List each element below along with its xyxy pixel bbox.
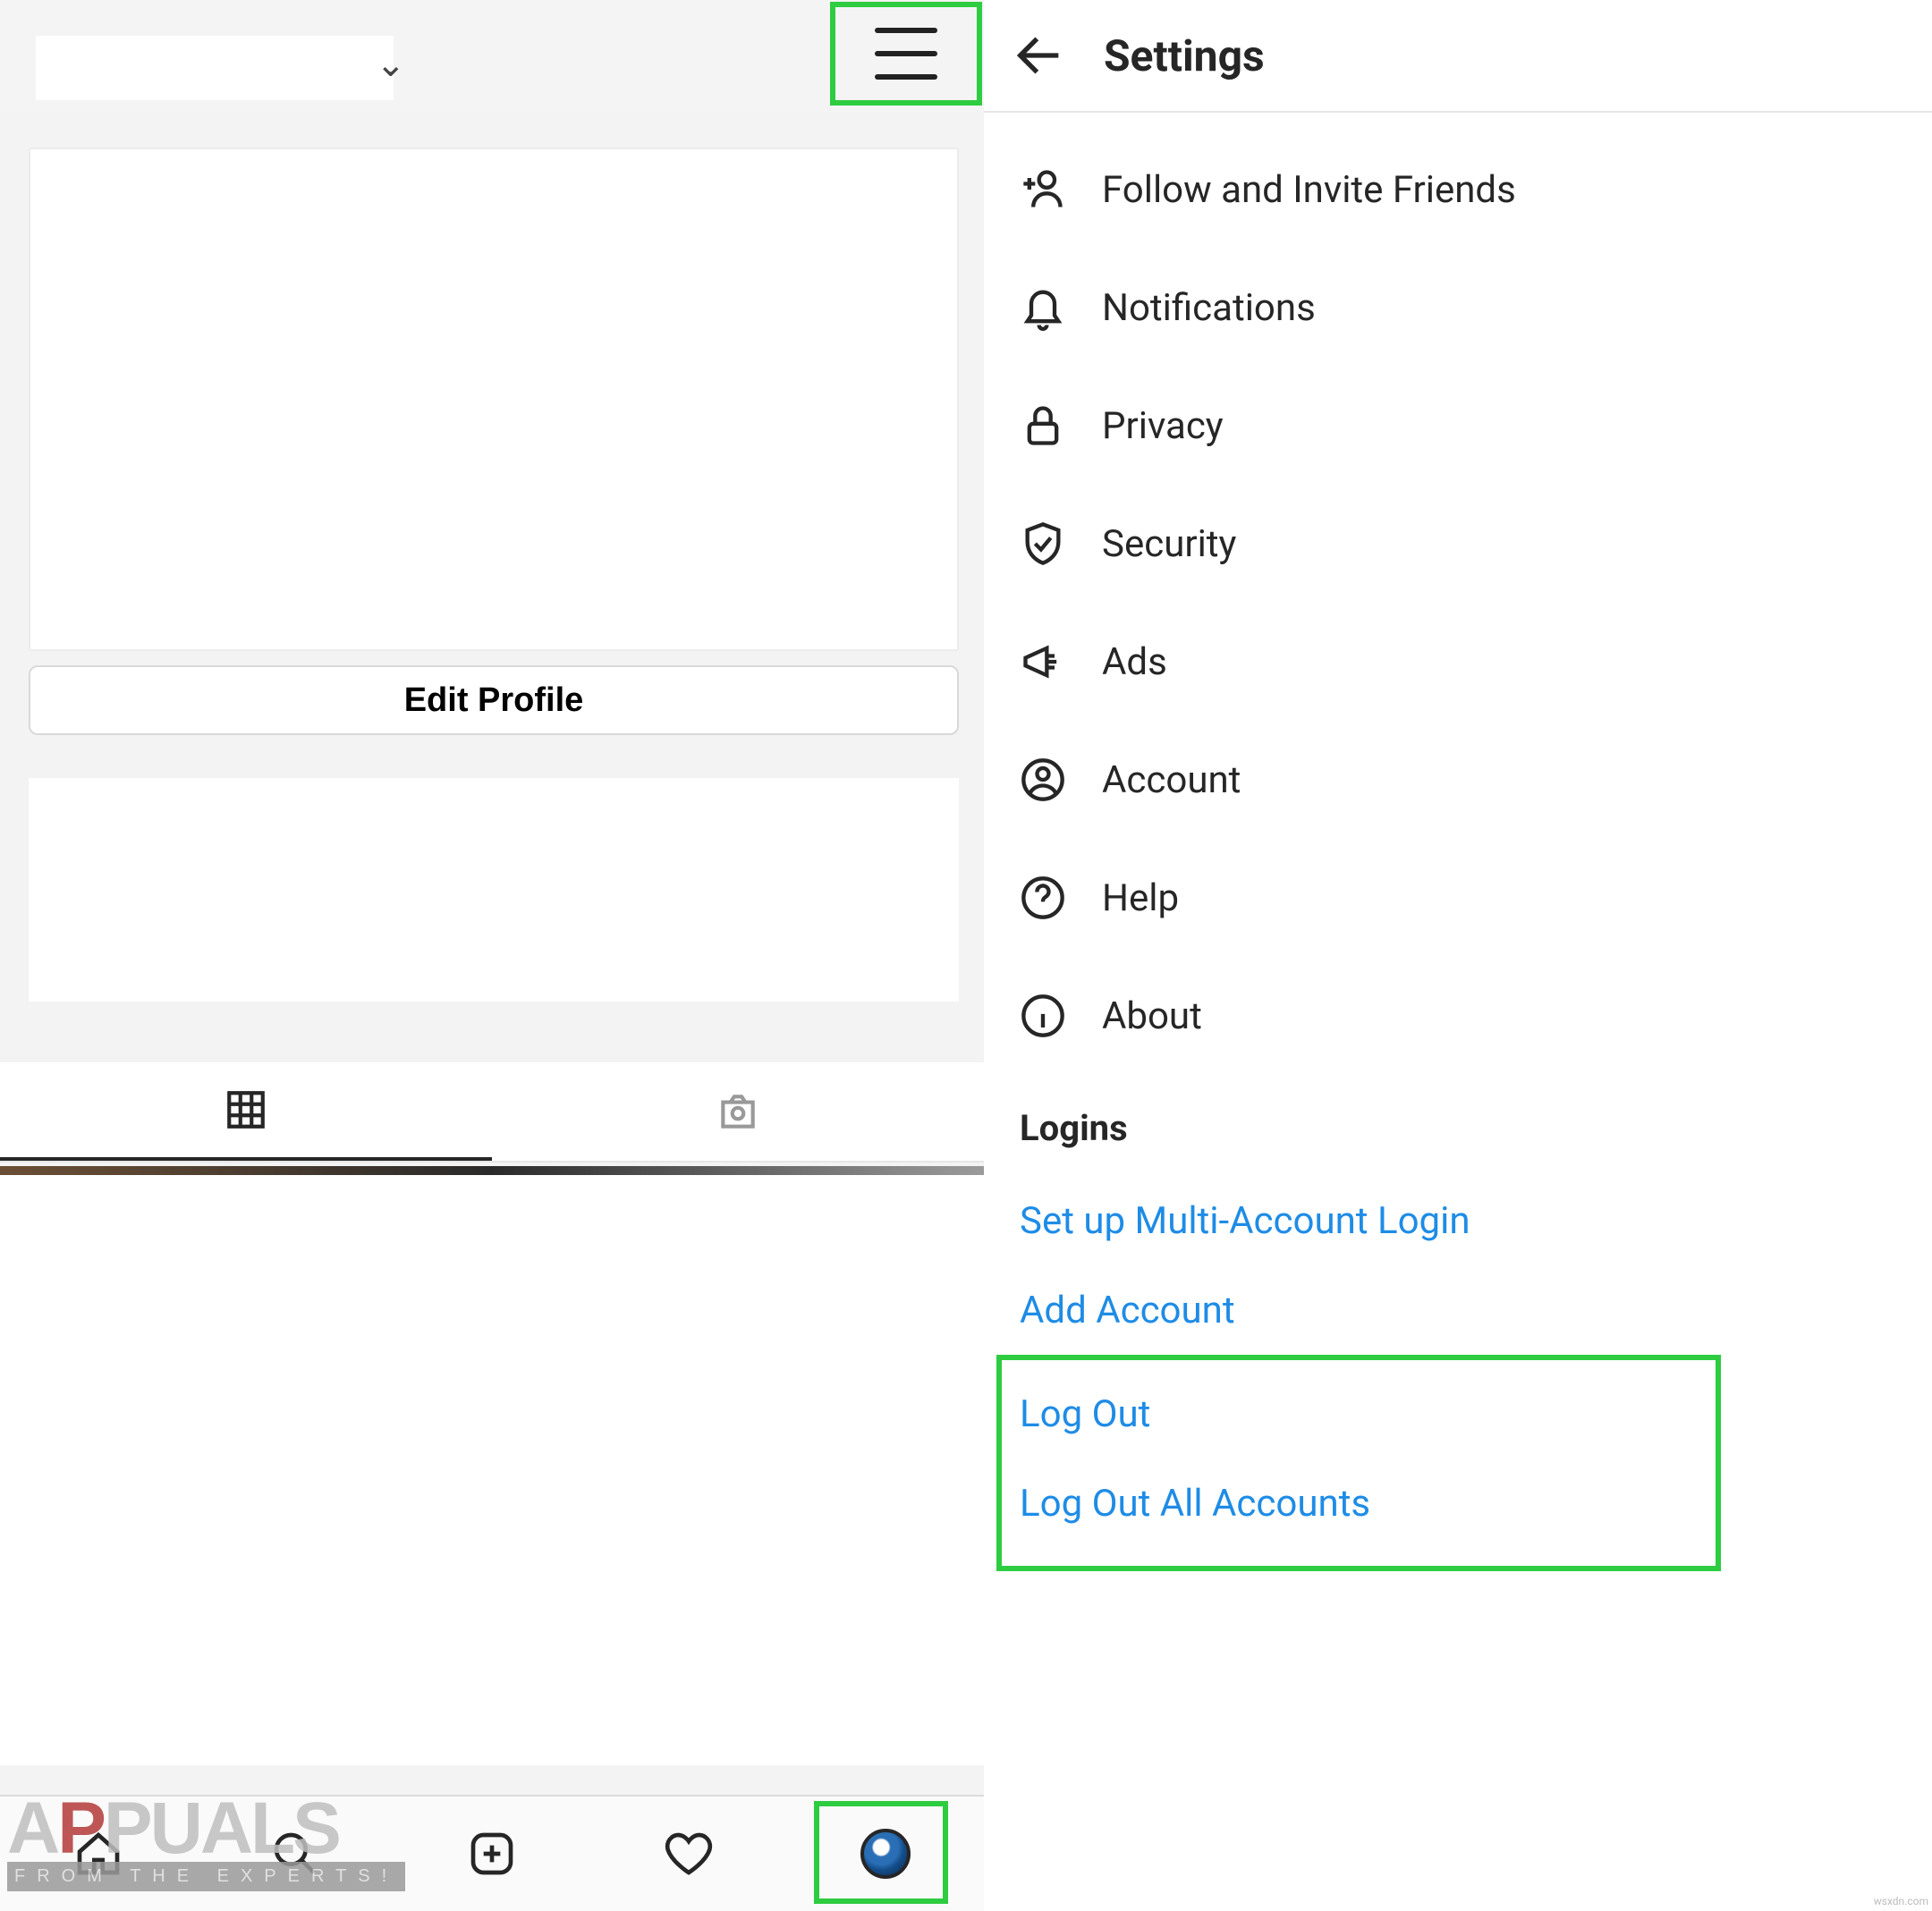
highlight-logout-box: Log Out Log Out All Accounts	[996, 1355, 1721, 1571]
menu-privacy[interactable]: Privacy	[1020, 367, 1896, 485]
credit-text: wsxdn.com	[1874, 1895, 1928, 1907]
megaphone-icon	[1020, 638, 1066, 685]
nav-activity[interactable]	[664, 1829, 714, 1879]
tab-posts-grid[interactable]	[0, 1062, 492, 1161]
watermark: APPUALS FROM THE EXPERTS!	[7, 1787, 405, 1891]
menu-label: Privacy	[1102, 404, 1224, 448]
info-circle-icon	[1020, 993, 1066, 1039]
menu-label: Notifications	[1102, 286, 1316, 330]
profile-header-area	[29, 148, 959, 651]
menu-label: Account	[1102, 758, 1241, 802]
bell-icon	[1020, 284, 1066, 331]
plus-square-icon	[467, 1829, 517, 1879]
help-circle-icon	[1020, 875, 1066, 921]
link-log-out[interactable]: Log Out	[1020, 1369, 1698, 1459]
tagged-icon	[716, 1089, 760, 1134]
hamburger-icon	[875, 19, 937, 89]
back-button[interactable]	[1011, 27, 1068, 84]
watermark-tagline: FROM THE EXPERTS!	[7, 1862, 405, 1891]
chevron-down-icon[interactable]: ⌄	[376, 43, 406, 85]
account-switcher[interactable]	[36, 36, 394, 100]
hamburger-menu-button[interactable]	[830, 2, 982, 106]
menu-account[interactable]: Account	[1020, 721, 1896, 839]
menu-help[interactable]: Help	[1020, 839, 1896, 957]
logins-heading: Logins	[1020, 1107, 1896, 1149]
page-title: Settings	[1104, 30, 1265, 81]
arrow-left-icon	[1011, 27, 1068, 84]
tab-tagged[interactable]	[492, 1062, 984, 1161]
highlight-profile-tab	[814, 1801, 948, 1904]
nav-new-post[interactable]	[467, 1829, 517, 1879]
account-circle-icon	[1020, 757, 1066, 803]
link-log-out-all[interactable]: Log Out All Accounts	[1020, 1459, 1698, 1548]
follow-invite-icon	[1020, 166, 1066, 213]
menu-label: About	[1102, 994, 1202, 1038]
menu-label: Follow and Invite Friends	[1102, 168, 1516, 212]
menu-follow-invite[interactable]: Follow and Invite Friends	[1020, 131, 1896, 249]
menu-security[interactable]: Security	[1020, 485, 1896, 603]
link-add-account[interactable]: Add Account	[1020, 1265, 1896, 1355]
link-setup-multi-account[interactable]: Set up Multi-Account Login	[1020, 1176, 1896, 1265]
shield-check-icon	[1020, 520, 1066, 567]
posts-grid[interactable]	[0, 1166, 984, 1765]
menu-notifications[interactable]: Notifications	[1020, 249, 1896, 367]
menu-label: Ads	[1102, 640, 1167, 684]
menu-label: Help	[1102, 876, 1179, 920]
edit-profile-button[interactable]: Edit Profile	[29, 665, 959, 735]
grid-icon	[224, 1087, 268, 1132]
story-highlights-area	[29, 778, 959, 1002]
lock-icon	[1020, 402, 1066, 449]
menu-label: Security	[1102, 522, 1236, 566]
menu-about[interactable]: About	[1020, 957, 1896, 1075]
menu-ads[interactable]: Ads	[1020, 603, 1896, 721]
heart-icon	[664, 1829, 714, 1879]
